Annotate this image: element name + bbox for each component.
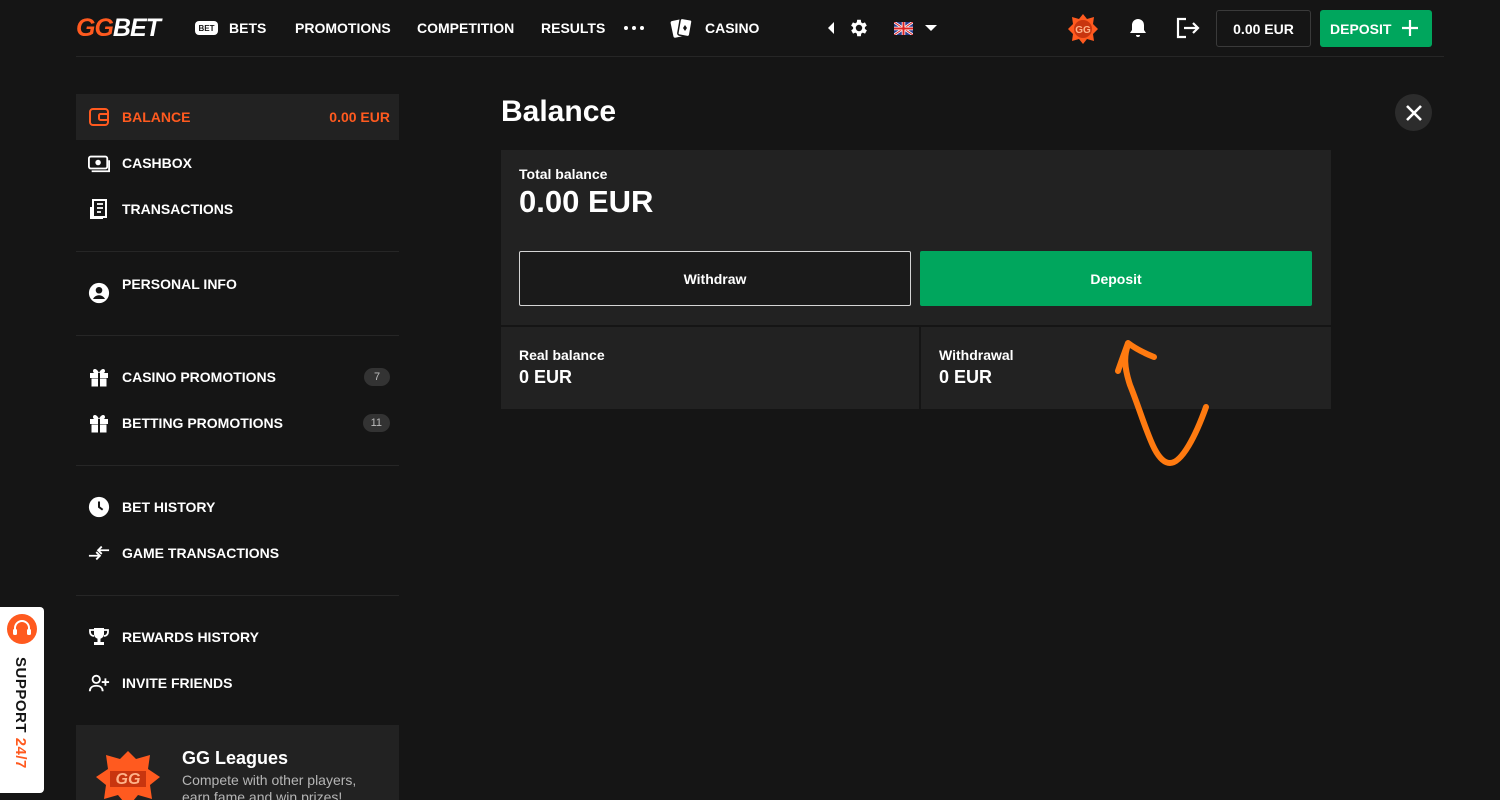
real-balance-value: 0 EUR — [519, 367, 573, 387]
clock-icon — [88, 496, 110, 518]
svg-text:GG: GG — [116, 771, 141, 788]
total-balance-value: 0.00 EUR — [519, 184, 654, 219]
sidebar-item-label: PERSONAL INFO — [122, 276, 237, 292]
count-badge: 7 — [364, 368, 390, 386]
sidebar-divider — [76, 465, 399, 466]
cash-icon — [88, 152, 110, 174]
close-button[interactable] — [1395, 94, 1432, 131]
header-balance[interactable]: 0.00 EUR — [1216, 10, 1311, 47]
swap-arrows-icon — [88, 542, 110, 564]
support-label: SUPPORT 24/7 — [12, 657, 29, 769]
logout-icon[interactable] — [1175, 16, 1201, 40]
total-balance-label: Total balance — [519, 166, 608, 182]
sidebar-item-label: TRANSACTIONS — [122, 201, 234, 217]
nav-results[interactable]: RESULTS — [541, 0, 605, 56]
sidebar-item-label: CASINO PROMOTIONS — [122, 369, 277, 385]
real-balance-card: Real balance 0 EUR — [501, 327, 919, 409]
bell-icon[interactable] — [1126, 16, 1150, 40]
top-bar: GG BET BET BETS PROMOTIONS COMPETITION RE… — [0, 0, 1500, 56]
sidebar-item-invite-friends[interactable]: INVITE FRIENDS — [76, 660, 399, 706]
deposit-button[interactable]: Deposit — [920, 251, 1312, 306]
sidebar-item-label: INVITE FRIENDS — [122, 675, 233, 691]
real-balance-label: Real balance — [519, 347, 605, 363]
plus-icon — [1402, 20, 1418, 36]
withdraw-button[interactable]: Withdraw — [519, 251, 911, 306]
sidebar-item-transactions[interactable]: TRANSACTIONS — [76, 186, 399, 232]
sidebar-balance-value: 0.00 EUR — [329, 109, 390, 125]
nav-casino[interactable]: CASINO — [705, 0, 759, 56]
leagues-description: Compete with other players, earn fame an… — [182, 772, 357, 800]
cards-icon — [670, 17, 693, 38]
language-dropdown-caret-icon[interactable] — [925, 25, 937, 31]
sidebar-item-label: BET HISTORY — [122, 499, 216, 515]
sidebar-divider — [76, 595, 399, 596]
sidebar-item-personal-info[interactable]: PERSONAL INFO — [76, 270, 399, 316]
nav-bets-label: BETS — [229, 20, 267, 36]
header-divider — [76, 56, 1444, 57]
uk-flag-icon[interactable] — [894, 22, 913, 35]
support-headset-icon — [7, 614, 37, 644]
add-user-icon — [88, 672, 110, 694]
sidebar-divider — [76, 335, 399, 336]
sidebar-item-label: GAME TRANSACTIONS — [122, 545, 280, 561]
bets-icon: BET — [195, 21, 218, 35]
sidebar-item-rewards-history[interactable]: REWARDS HISTORY — [76, 614, 399, 660]
gift-icon — [88, 366, 110, 388]
count-badge: 11 — [362, 414, 390, 432]
svg-text:GG: GG — [1075, 25, 1091, 36]
leagues-title: GG Leagues — [182, 748, 289, 768]
header-deposit-label: DEPOSIT — [1330, 20, 1392, 37]
collapse-arrow-icon[interactable] — [828, 22, 834, 34]
sidebar-item-game-transactions[interactable]: GAME TRANSACTIONS — [76, 530, 399, 576]
sidebar-item-label: BETTING PROMOTIONS — [122, 415, 283, 431]
close-icon — [1405, 104, 1422, 121]
receipt-icon — [88, 198, 110, 220]
total-balance-card: Total balance 0.00 EUR Withdraw Deposit — [501, 150, 1331, 325]
withdrawal-label: Withdrawal — [939, 347, 1014, 363]
sidebar-item-bet-history[interactable]: BET HISTORY — [76, 484, 399, 530]
header-deposit-button[interactable]: DEPOSIT — [1320, 10, 1432, 47]
trophy-icon — [88, 626, 110, 648]
gg-rank-badge-icon[interactable]: GG — [1066, 12, 1100, 46]
nav-promotions[interactable]: PROMOTIONS — [295, 0, 391, 56]
sidebar-divider — [76, 251, 399, 252]
wallet-icon — [88, 106, 110, 128]
gg-leagues-badge-icon: GG — [96, 751, 160, 800]
sidebar-item-casino-promotions[interactable]: CASINO PROMOTIONS 7 — [76, 354, 399, 400]
user-circle-icon — [88, 282, 110, 304]
withdrawal-value: 0 EUR — [939, 367, 993, 387]
ggbet-logo[interactable]: GG BET — [76, 14, 161, 42]
sidebar-item-label: BALANCE — [122, 109, 191, 125]
gift-icon — [88, 412, 110, 434]
sidebar-item-label: CASHBOX — [122, 155, 193, 171]
sidebar-item-cashbox[interactable]: CASHBOX — [76, 140, 399, 186]
nav-competition[interactable]: COMPETITION — [417, 0, 514, 56]
nav-bets[interactable]: BET BETS — [195, 0, 266, 56]
gear-icon[interactable] — [848, 17, 870, 39]
sidebar-item-balance[interactable]: BALANCE 0.00 EUR — [76, 94, 399, 140]
more-dots-icon[interactable] — [624, 26, 644, 30]
sidebar-item-label: REWARDS HISTORY — [122, 629, 259, 645]
sidebar-item-betting-promotions[interactable]: BETTING PROMOTIONS 11 — [76, 400, 399, 446]
gg-leagues-banner[interactable]: GG GG Leagues Compete with other players… — [76, 725, 399, 800]
page-title: Balance — [501, 95, 617, 128]
support-tab[interactable]: SUPPORT 24/7 — [0, 607, 44, 793]
annotation-arrow-icon — [1115, 340, 1209, 467]
